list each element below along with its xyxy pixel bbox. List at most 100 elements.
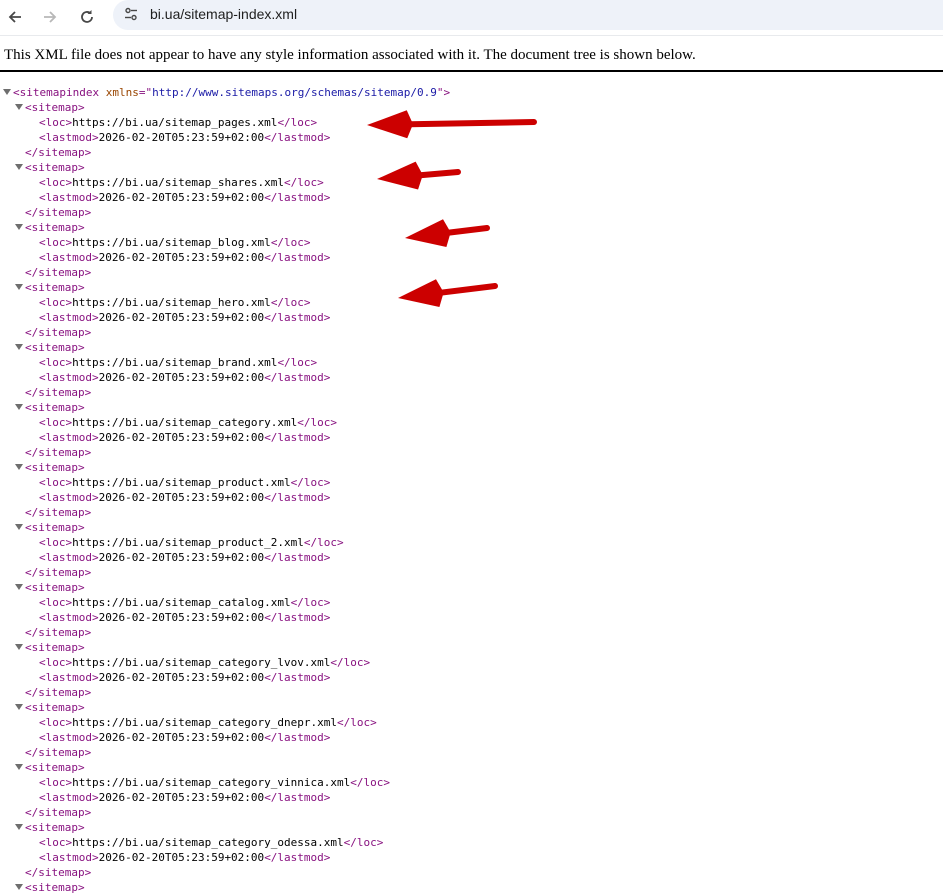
sitemap-close: </sitemap> (25, 506, 92, 519)
collapse-toggle-icon[interactable] (15, 284, 23, 290)
loc-value: https://bi.ua/sitemap_hero.xml (72, 296, 271, 309)
lastmod-value: 2026-02-20T05:23:59+02:00 (98, 491, 265, 504)
loc-line: <loc>https://bi.ua/sitemap_category.xml<… (39, 416, 338, 429)
browser-toolbar: bi.ua/sitemap-index.xml (0, 0, 943, 36)
collapse-toggle-icon[interactable] (15, 524, 23, 530)
loc-value: https://bi.ua/sitemap_pages.xml (72, 116, 278, 129)
lastmod-line: <lastmod>2026-02-20T05:23:59+02:00</last… (39, 251, 331, 264)
loc-line: <loc>https://bi.ua/sitemap_hero.xml</loc… (39, 296, 311, 309)
loc-line: <loc>https://bi.ua/sitemap_category_vinn… (39, 776, 391, 789)
sitemap-close: </sitemap> (25, 446, 92, 459)
sitemap-open: <sitemap> (15, 700, 85, 715)
sitemap-open: <sitemap> (15, 280, 85, 295)
loc-line: <loc>https://bi.ua/sitemap_blog.xml</loc… (39, 236, 311, 249)
collapse-toggle-icon[interactable] (15, 104, 23, 110)
sitemap-close: </sitemap> (25, 566, 92, 579)
sitemap-close: </sitemap> (25, 386, 92, 399)
sitemap-close: </sitemap> (25, 266, 92, 279)
lastmod-line: <lastmod>2026-02-20T05:23:59+02:00</last… (39, 131, 331, 144)
red-arrow-icon (367, 110, 537, 139)
collapse-toggle-icon[interactable] (15, 164, 23, 170)
lastmod-value: 2026-02-20T05:23:59+02:00 (98, 851, 265, 864)
sitemap-close: </sitemap> (25, 326, 92, 339)
lastmod-line: <lastmod>2026-02-20T05:23:59+02:00</last… (39, 191, 331, 204)
loc-value: https://bi.ua/sitemap_product.xml (72, 476, 291, 489)
loc-line: <loc>https://bi.ua/sitemap_category_lvov… (39, 656, 371, 669)
loc-value: https://bi.ua/sitemap_category_lvov.xml (72, 656, 331, 669)
loc-line: <loc>https://bi.ua/sitemap_brand.xml</lo… (39, 356, 318, 369)
lastmod-value: 2026-02-20T05:23:59+02:00 (98, 251, 265, 264)
sitemap-open: <sitemap> (15, 820, 85, 835)
info-divider (0, 70, 943, 72)
arrow-left-icon (8, 11, 21, 23)
lastmod-line: <lastmod>2026-02-20T05:23:59+02:00</last… (39, 671, 331, 684)
tune-icon (125, 7, 137, 21)
loc-value: https://bi.ua/sitemap_catalog.xml (72, 596, 291, 609)
sitemap-open: <sitemap> (15, 160, 85, 175)
sitemap-open: <sitemap> (15, 340, 85, 355)
red-arrow-icon (398, 279, 498, 307)
lastmod-line: <lastmod>2026-02-20T05:23:59+02:00</last… (39, 371, 331, 384)
collapse-toggle-icon[interactable] (15, 464, 23, 470)
arrow-right-icon (44, 11, 57, 23)
sitemap-close: </sitemap> (25, 206, 92, 219)
collapse-toggle-icon[interactable] (15, 764, 23, 770)
loc-value: https://bi.ua/sitemap_category_vinnica.x… (72, 776, 351, 789)
lastmod-value: 2026-02-20T05:23:59+02:00 (98, 671, 265, 684)
sitemap-open: <sitemap> (15, 520, 85, 535)
lastmod-value: 2026-02-20T05:23:59+02:00 (98, 551, 265, 564)
sitemap-open: <sitemap> (15, 220, 85, 235)
collapse-toggle-icon[interactable] (15, 824, 23, 830)
lastmod-line: <lastmod>2026-02-20T05:23:59+02:00</last… (39, 731, 331, 744)
lastmod-value: 2026-02-20T05:23:59+02:00 (98, 611, 265, 624)
xmlns-value: http://www.sitemaps.org/schemas/sitemap/… (152, 86, 437, 99)
collapse-toggle-icon[interactable] (15, 224, 23, 230)
lastmod-line: <lastmod>2026-02-20T05:23:59+02:00</last… (39, 431, 331, 444)
collapse-toggle-icon[interactable] (15, 704, 23, 710)
lastmod-value: 2026-02-20T05:23:59+02:00 (98, 311, 265, 324)
loc-value: https://bi.ua/sitemap_product_2.xml (72, 536, 304, 549)
loc-line: <loc>https://bi.ua/sitemap_product.xml</… (39, 476, 331, 489)
loc-line: <loc>https://bi.ua/sitemap_shares.xml</l… (39, 176, 324, 189)
lastmod-line: <lastmod>2026-02-20T05:23:59+02:00</last… (39, 551, 331, 564)
forward-button[interactable] (38, 5, 62, 29)
sitemap-open: <sitemap> (15, 460, 85, 475)
red-arrow-icon (405, 219, 490, 248)
loc-value: https://bi.ua/sitemap_shares.xml (72, 176, 285, 189)
red-arrow-icon (377, 161, 461, 190)
url-text[interactable]: bi.ua/sitemap-index.xml (150, 6, 297, 22)
sitemap-close: </sitemap> (25, 806, 92, 819)
collapse-toggle-icon[interactable] (15, 884, 23, 890)
collapse-toggle-icon[interactable] (15, 404, 23, 410)
lastmod-line: <lastmod>2026-02-20T05:23:59+02:00</last… (39, 311, 331, 324)
lastmod-line: <lastmod>2026-02-20T05:23:59+02:00</last… (39, 611, 331, 624)
collapse-toggle-icon[interactable] (15, 644, 23, 650)
site-info-button[interactable] (121, 4, 141, 24)
loc-value: https://bi.ua/sitemap_category_odessa.xm… (72, 836, 344, 849)
loc-value: https://bi.ua/sitemap_blog.xml (72, 236, 271, 249)
lastmod-value: 2026-02-20T05:23:59+02:00 (98, 371, 265, 384)
loc-line: <loc>https://bi.ua/sitemap_product_2.xml… (39, 536, 344, 549)
loc-line: <loc>https://bi.ua/sitemap_pages.xml</lo… (39, 116, 318, 129)
sitemap-close: </sitemap> (25, 146, 92, 159)
sitemap-open: <sitemap> (15, 880, 85, 895)
collapse-toggle-icon[interactable] (15, 584, 23, 590)
reload-icon (81, 10, 93, 23)
sitemap-close: </sitemap> (25, 626, 92, 639)
reload-button[interactable] (75, 5, 99, 29)
sitemap-close: </sitemap> (25, 866, 92, 879)
collapse-toggle-icon[interactable] (15, 344, 23, 350)
loc-line: <loc>https://bi.ua/sitemap_category_dnep… (39, 716, 377, 729)
sitemap-open: <sitemap> (15, 640, 85, 655)
collapse-toggle-icon[interactable] (3, 89, 11, 95)
lastmod-value: 2026-02-20T05:23:59+02:00 (98, 191, 265, 204)
lastmod-value: 2026-02-20T05:23:59+02:00 (98, 791, 265, 804)
lastmod-value: 2026-02-20T05:23:59+02:00 (98, 731, 265, 744)
loc-line: <loc>https://bi.ua/sitemap_catalog.xml</… (39, 596, 331, 609)
lastmod-line: <lastmod>2026-02-20T05:23:59+02:00</last… (39, 791, 331, 804)
loc-line: <loc>https://bi.ua/sitemap_category_odes… (39, 836, 384, 849)
lastmod-value: 2026-02-20T05:23:59+02:00 (98, 431, 265, 444)
loc-value: https://bi.ua/sitemap_category.xml (72, 416, 298, 429)
back-button[interactable] (3, 5, 27, 29)
xml-root-open: <sitemapindex xmlns="http://www.sitemaps… (3, 85, 450, 100)
